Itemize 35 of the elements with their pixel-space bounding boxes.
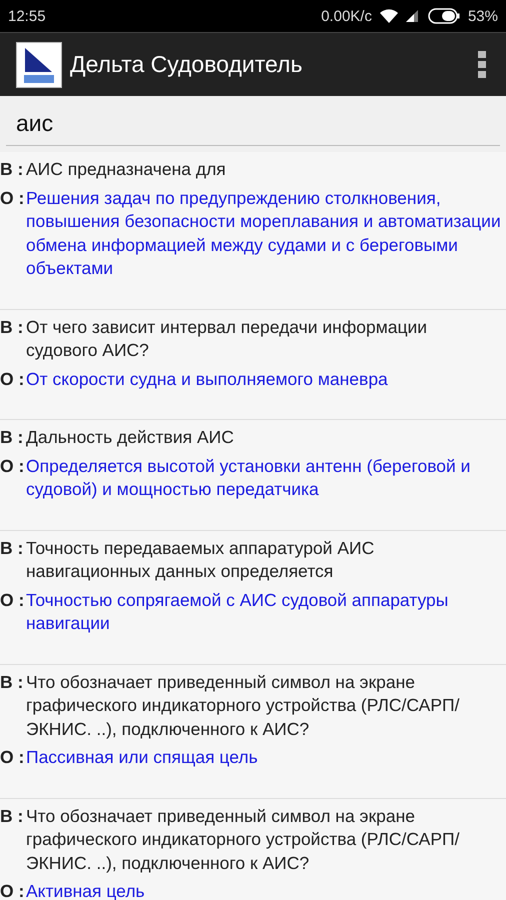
- answer-label: О :: [0, 880, 26, 900]
- net-speed: 0.00K/c: [321, 8, 372, 24]
- question-label: В :: [0, 316, 24, 338]
- status-time: 12:55: [8, 8, 46, 24]
- answer-text: Точностью сопрягаемой с АИС судовой аппаратуры навигации: [26, 588, 450, 635]
- question-label: В :: [0, 670, 24, 694]
- search-field[interactable]: аис: [0, 96, 506, 152]
- question-label: В :: [0, 158, 24, 181]
- question-text: АИС предназначена для: [26, 158, 226, 181]
- result-item[interactable]: В :Точность передаваемых аппаратурой АИС навигационных данных определяется О :Точностью сопрягаемой с АИС судовой аппаратуры навигации: [0, 530, 506, 664]
- question-label: В :: [0, 426, 24, 449]
- answer-label: О :: [0, 746, 26, 769]
- question-label: В :: [0, 804, 24, 828]
- wifi-icon: [380, 9, 398, 23]
- app-logo-icon: [16, 42, 62, 88]
- question-text: Точность передаваемых аппаратурой АИС навигационных данных определяется: [26, 536, 376, 583]
- battery-icon: [428, 8, 460, 24]
- answer-label: О :: [0, 454, 26, 478]
- app-title: Дельта Судоводитель: [70, 51, 304, 78]
- result-item[interactable]: В :От чего зависит интервал передачи информации судового АИС? О :От скорости судна и выполняемого маневра: [0, 310, 506, 420]
- question-label: В :: [0, 536, 24, 560]
- answer-text: Определяется высотой установки антенн (береговой и судовой) и мощностью передатчика: [26, 454, 472, 501]
- question-text: Что обозначает приведенный символ на экране графического индикаторного устройства (РЛС/САРП/ЭКНИС. ..), подключенного к АИС?: [26, 670, 460, 741]
- answer-label: О :: [0, 588, 26, 612]
- question-text: От чего зависит интервал передачи информации судового АИС?: [26, 316, 428, 362]
- answer-text: Пассивная или спящая цель: [26, 746, 258, 769]
- signal-icon: [406, 10, 420, 22]
- battery-percent: 53%: [468, 8, 498, 24]
- question-text: Что обозначает приведенный символ на экране графического индикаторного устройства (РЛС/САРП/ЭКНИС. ..), подключенного к АИС?: [26, 804, 460, 875]
- result-item[interactable]: В :Что обозначает приведенный символ на экране графического индикаторного устройства (РЛС/САРП/ЭКНИС. ..), подключенного к АИС? О :Пассивная или спящая цель: [0, 664, 506, 798]
- answer-label: О :: [0, 186, 26, 210]
- question-text: Дальность действия АИС: [26, 426, 234, 449]
- answer-label: О :: [0, 368, 26, 390]
- answer-text: Решения задач по предупреждению столкновения, повышения безопасности мореплавания и автоматизации обмена информацией между судами и с береговыми объектами: [26, 186, 502, 280]
- answer-text: От скорости судна и выполняемого маневра: [26, 368, 388, 391]
